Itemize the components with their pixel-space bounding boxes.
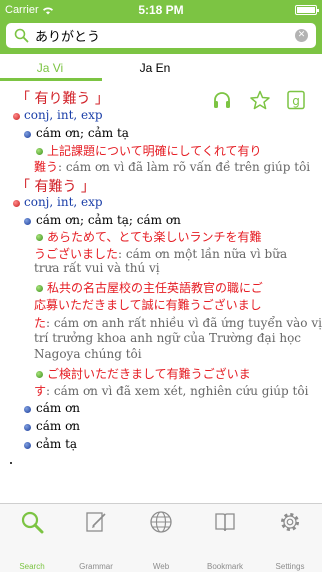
meaning-text: cám ơn <box>36 419 81 433</box>
example-jp: うございました <box>34 247 119 261</box>
tab-grammar-label: Grammar <box>79 562 113 571</box>
battery-icon <box>295 5 319 15</box>
meaning-text: cám ơn <box>36 401 81 415</box>
example-vi: Nagoya chúng tôi <box>34 347 142 361</box>
meaning-text: cảm tạ <box>36 437 78 451</box>
example-bullet <box>36 234 43 241</box>
example-vi: trí trưởng khoa anh ngữ của Trường đại h… <box>34 331 302 345</box>
meaning-bullet <box>24 424 31 431</box>
stray-dot <box>10 462 12 464</box>
app-header: Carrier 5:18 PM ✕ <box>0 0 322 54</box>
example-vi: : cám ơn một lần nữa vì bữa <box>118 247 288 261</box>
example-jp: 私共の名古屋校の主任英語教官の職にご <box>47 281 263 295</box>
example-line: 難う: cám ơn vì đã làm rõ vấn đề trên giúp… <box>34 158 310 175</box>
meaning-bullet <box>24 131 31 138</box>
example-bullet <box>36 148 43 155</box>
dictionary-tabs: Ja Vi Ja En <box>0 57 322 81</box>
grammar-icon <box>86 512 106 532</box>
tab-settings[interactable]: Settings <box>258 504 322 572</box>
tab-grammar[interactable]: Grammar <box>64 504 128 572</box>
entry-headword: 「 有り難う 」 <box>16 91 109 107</box>
globe-icon <box>150 511 172 533</box>
search-bar[interactable]: ✕ <box>6 23 316 48</box>
example-jp: 応募いただきまして誠に有難うございまし <box>34 298 262 312</box>
search-input[interactable] <box>35 25 285 46</box>
example-jp: す <box>34 384 47 398</box>
example-bullet <box>36 285 43 292</box>
gear-icon <box>281 513 299 531</box>
search-icon <box>21 511 44 534</box>
example-jp: た <box>34 316 47 330</box>
search-icon <box>14 28 29 43</box>
tab-active-indicator <box>0 78 102 81</box>
headphones-icon[interactable] <box>212 90 232 110</box>
tab-settings-label: Settings <box>275 562 305 571</box>
pos-bullet <box>13 200 20 207</box>
example-line: た: cám ơn anh rất nhiều vì đã ứng tuyển … <box>34 314 322 331</box>
tab-bookmark[interactable]: Bookmark <box>193 504 257 572</box>
clear-icon[interactable]: ✕ <box>295 29 308 42</box>
pos-bullet <box>13 113 20 120</box>
example-jp: ご検討いただきまして有難うございま <box>47 367 251 381</box>
tab-search[interactable]: Search <box>0 504 64 572</box>
example-jp: 難う <box>34 160 59 174</box>
part-of-speech: conj, int, exp <box>24 195 103 209</box>
svg-text:g: g <box>292 94 300 108</box>
example-vi: : cám ơn vì đã làm rõ vấn đề trên giúp t… <box>58 160 311 174</box>
example-line: うございました: cám ơn một lần nữa vì bữa <box>34 245 287 262</box>
example-vi: : cám ơn vì đã xem xét, nghiên cứu giúp … <box>46 384 309 398</box>
meaning-bullet <box>24 442 31 449</box>
example-bullet <box>36 371 43 378</box>
bottom-tab-bar: Search Grammar Web Bookmark Settings <box>0 503 322 572</box>
tab-search-label: Search <box>19 562 45 571</box>
example-vi: : cám ơn anh rất nhiều vì đã ứng tuyển v… <box>46 316 322 330</box>
meaning-text: cám ơn; cảm tạ <box>36 126 129 140</box>
tab-web[interactable]: Web <box>129 504 193 572</box>
status-time: 5:18 PM <box>138 3 184 17</box>
status-bar: Carrier 5:18 PM <box>0 0 322 20</box>
meaning-bullet <box>24 218 31 225</box>
example-jp: 上記課題について明確にしてくれて有り <box>47 144 262 158</box>
definition-content: g 「 有り難う 」 conj, int, exp cám ơn; cảm tạ… <box>0 84 322 502</box>
meaning-bullet <box>24 406 31 413</box>
tab-web-label: Web <box>152 562 170 571</box>
bookmark-icon <box>215 513 235 532</box>
example-jp: あらためて、とても楽しいランチを有難 <box>47 230 262 244</box>
tab-bookmark-label: Bookmark <box>206 562 243 571</box>
example-vi: trưa rất vui và thú vị <box>34 261 160 275</box>
google-icon[interactable]: g <box>286 90 306 110</box>
example-line: す: cám ơn vì đã xem xét, nghiên cứu giúp… <box>34 382 308 399</box>
entry-headword: 「 有難う 」 <box>16 179 95 195</box>
entry-actions: g <box>212 90 308 110</box>
star-icon[interactable] <box>250 90 270 110</box>
tab-ja-en[interactable]: Ja En <box>105 57 205 81</box>
part-of-speech: conj, int, exp <box>24 108 103 122</box>
meaning-text: cám ơn; cảm tạ; cám ơn <box>36 213 181 227</box>
